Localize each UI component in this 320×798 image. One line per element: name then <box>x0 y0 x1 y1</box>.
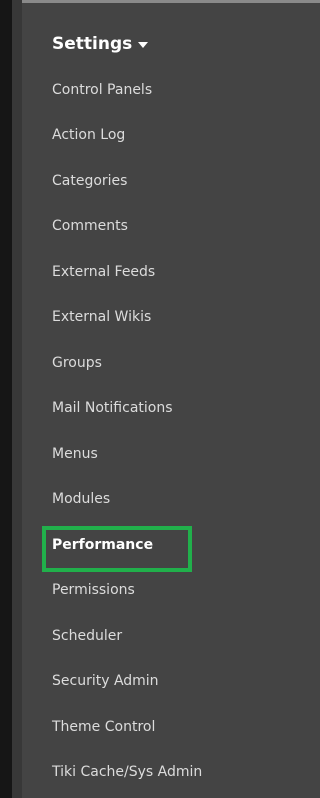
settings-menu-title: Settings <box>52 34 133 54</box>
menu-item-label: External Wikis <box>52 309 152 326</box>
menu-item-label: External Feeds <box>52 263 156 280</box>
top-border <box>22 0 320 3</box>
menu-item-control-panels[interactable]: Control Panels <box>22 67 320 113</box>
menu-item-label: Categories <box>52 172 128 189</box>
menu-item-label: Tiki Cache/Sys Admin <box>52 764 203 781</box>
menu-item-label: Security Admin <box>52 673 159 690</box>
menu-item-scheduler[interactable]: Scheduler <box>22 613 320 659</box>
settings-menu-list: Control Panels Action Log Categories Com… <box>22 67 320 795</box>
menu-item-label: Control Panels <box>52 81 153 98</box>
menu-item-label: Modules <box>52 491 111 508</box>
menu-item-label: Action Log <box>52 127 126 144</box>
menu-item-label: Performance <box>52 536 154 553</box>
menu-item-modules[interactable]: Modules <box>22 477 320 523</box>
menu-item-performance[interactable]: Performance <box>22 522 320 572</box>
menu-item-comments[interactable]: Comments <box>22 204 320 250</box>
left-edge-strip <box>0 0 12 798</box>
menu-item-label: Mail Notifications <box>52 400 173 417</box>
menu-item-label: Theme Control <box>52 718 156 735</box>
settings-menu-panel: Settings Control Panels Action Log Categ… <box>12 0 320 798</box>
menu-item-security-admin[interactable]: Security Admin <box>22 659 320 705</box>
menu-item-mail-notifications[interactable]: Mail Notifications <box>22 386 320 432</box>
menu-item-categories[interactable]: Categories <box>22 158 320 204</box>
menu-item-label: Scheduler <box>52 627 123 644</box>
menu-item-groups[interactable]: Groups <box>22 340 320 386</box>
menu-item-theme-control[interactable]: Theme Control <box>22 704 320 750</box>
menu-item-external-wikis[interactable]: External Wikis <box>22 295 320 341</box>
menu-item-permissions[interactable]: Permissions <box>22 568 320 614</box>
menu-item-tiki-cache-sys-admin[interactable]: Tiki Cache/Sys Admin <box>22 750 320 796</box>
caret-down-icon <box>138 42 149 48</box>
settings-menu-toggle[interactable]: Settings <box>52 28 149 60</box>
menu-item-menus[interactable]: Menus <box>22 431 320 477</box>
menu-item-label: Permissions <box>52 582 135 599</box>
menu-item-external-feeds[interactable]: External Feeds <box>22 249 320 295</box>
menu-item-action-log[interactable]: Action Log <box>22 113 320 159</box>
menu-item-label: Comments <box>52 218 128 235</box>
menu-item-label: Menus <box>52 445 98 462</box>
app-frame: Settings Control Panels Action Log Categ… <box>0 0 320 798</box>
menu-item-label: Groups <box>52 354 102 371</box>
